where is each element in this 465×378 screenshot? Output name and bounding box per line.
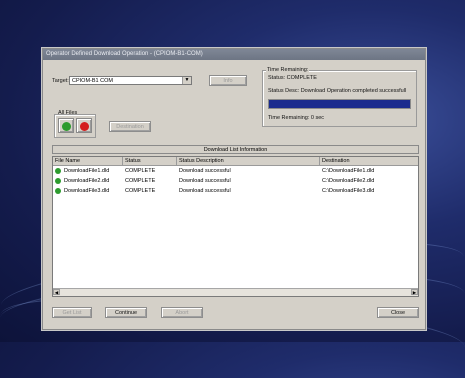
target-label: Target: <box>52 78 69 84</box>
status-cell: COMPLETE <box>125 178 156 184</box>
target-value: CPIOM-B1 COM <box>72 78 113 84</box>
status-desc-text: Status Desc: Download Operation complete… <box>268 88 407 94</box>
column-header-status-description[interactable]: Status Description <box>177 157 320 165</box>
info-button[interactable]: Info <box>209 75 247 86</box>
download-list-header: Download List Information <box>52 145 419 154</box>
file-name-cell: DownloadFile3.dld <box>64 188 110 194</box>
continue-button[interactable]: Continue <box>105 307 147 318</box>
table-row[interactable]: DownloadFile2.dld COMPLETE Download succ… <box>53 176 418 186</box>
progress-fill <box>269 100 410 108</box>
window-titlebar: Operator Defined Download Operation - (C… <box>43 49 425 60</box>
status-cell: COMPLETE <box>125 168 156 174</box>
start-all-button[interactable] <box>58 118 74 133</box>
horizontal-scrollbar[interactable]: ◀ ▶ <box>53 288 418 296</box>
abort-button[interactable]: Abort <box>161 307 203 318</box>
table-row[interactable]: DownloadFile1.dld COMPLETE Download succ… <box>53 166 418 176</box>
file-name-cell: DownloadFile2.dld <box>64 178 110 184</box>
complete-status-icon <box>55 188 61 194</box>
file-name-cell: DownloadFile1.dld <box>64 168 110 174</box>
status-description-cell: Download successful <box>179 188 231 194</box>
complete-status-icon <box>55 178 61 184</box>
status-description-cell: Download successful <box>179 178 231 184</box>
column-header-destination[interactable]: Destination <box>320 157 418 165</box>
status-description-cell: Download successful <box>179 168 231 174</box>
stop-all-button[interactable] <box>76 118 92 133</box>
destination-cell: C:\DownloadFile3.dld <box>322 188 375 194</box>
scroll-left-icon[interactable]: ◀ <box>53 289 60 295</box>
complete-status-icon <box>55 168 61 174</box>
table-header: File Name Status Status Description Dest… <box>53 157 418 166</box>
target-select[interactable]: CPIOM-B1 COM ▼ <box>69 76 192 85</box>
time-remaining-title: Time Remaining: <box>266 67 310 74</box>
column-header-file-name[interactable]: File Name <box>53 157 123 165</box>
download-list-table: File Name Status Status Description Dest… <box>52 156 419 297</box>
red-circle-icon <box>80 121 89 131</box>
column-header-status[interactable]: Status <box>123 157 177 165</box>
download-progress-bar <box>268 99 411 109</box>
chevron-down-icon[interactable]: ▼ <box>182 77 191 84</box>
close-button[interactable]: Close <box>377 307 419 318</box>
scroll-right-icon[interactable]: ▶ <box>411 289 418 295</box>
status-text: Status: COMPLETE <box>268 75 317 81</box>
time-remaining-text: Time Remaining: 0 sec <box>268 115 325 121</box>
green-circle-icon <box>62 121 71 131</box>
destination-button[interactable]: Destination <box>109 121 151 132</box>
status-cell: COMPLETE <box>125 188 156 194</box>
destination-cell: C:\DownloadFile1.dld <box>322 168 375 174</box>
destination-cell: C:\DownloadFile2.dld <box>322 178 375 184</box>
download-operation-dialog: Operator Defined Download Operation - (C… <box>42 48 426 330</box>
get-list-button[interactable]: Get List <box>52 307 92 318</box>
table-row[interactable]: DownloadFile3.dld COMPLETE Download succ… <box>53 186 418 196</box>
window-title: Operator Defined Download Operation - (C… <box>46 51 203 57</box>
